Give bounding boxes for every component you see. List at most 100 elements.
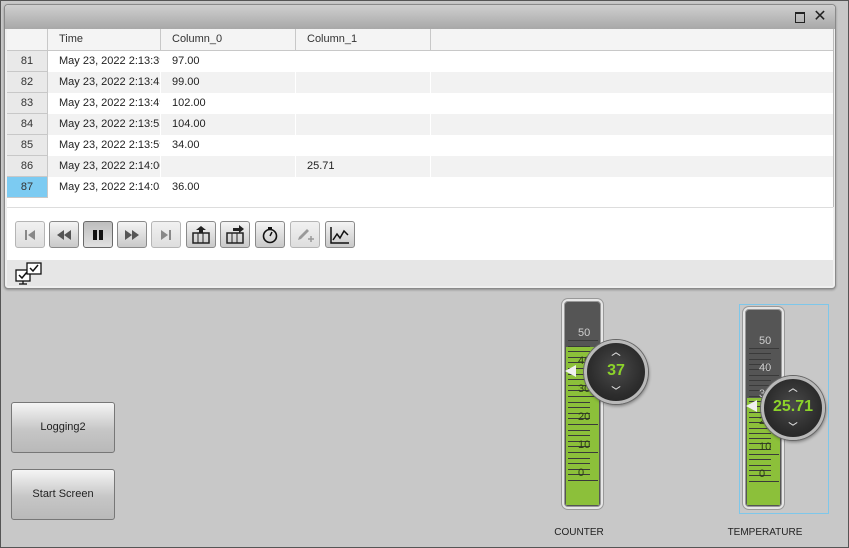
- scale-tick: [568, 457, 590, 459]
- column-0-cell[interactable]: 97.00: [161, 51, 296, 72]
- column-header-column-1[interactable]: Column_1: [296, 29, 431, 50]
- column-0-cell[interactable]: 104.00: [161, 114, 296, 135]
- stopwatch-button[interactable]: [255, 221, 285, 248]
- column-0-cell[interactable]: 36.00: [161, 177, 296, 198]
- close-icon[interactable]: ✕: [813, 9, 827, 25]
- edit-button[interactable]: [290, 221, 320, 248]
- column-0-cell[interactable]: 102.00: [161, 93, 296, 114]
- column-1-cell[interactable]: [296, 177, 431, 198]
- column-1-cell[interactable]: 25.71: [296, 156, 431, 177]
- stopwatch-icon: [262, 226, 278, 243]
- temperature-value: 25.71: [772, 398, 814, 415]
- scale-label: 50: [578, 327, 591, 339]
- scale-label: 0: [578, 467, 585, 479]
- previous-data-record-button[interactable]: [186, 221, 216, 248]
- trend-table-control: ✕ Time Column_0 Column_1 81 May 23, 2022 …: [4, 4, 836, 289]
- scale-tick: [749, 464, 771, 466]
- table-row[interactable]: 86 May 23, 2022 2:14:00 25.71: [7, 156, 833, 177]
- start-screen-button[interactable]: Start Screen: [11, 469, 115, 520]
- scale-tick: [749, 459, 771, 461]
- status-bar: [7, 260, 833, 286]
- window-title-bar[interactable]: ✕: [5, 5, 835, 29]
- column-1-cell[interactable]: [296, 51, 431, 72]
- scale-tick: [749, 480, 779, 482]
- pause-button[interactable]: [83, 221, 113, 248]
- column-1-cell[interactable]: [296, 135, 431, 156]
- pause-icon: [93, 229, 103, 240]
- row-number[interactable]: 82: [7, 72, 48, 93]
- row-number[interactable]: 84: [7, 114, 48, 135]
- scale-label: 10: [759, 441, 772, 453]
- table-row[interactable]: 81 May 23, 2022 2:13:39 97.00: [7, 51, 833, 72]
- status-check-icon[interactable]: [15, 262, 43, 286]
- scale-label: 50: [759, 335, 772, 347]
- time-cell[interactable]: May 23, 2022 2:13:39: [48, 51, 161, 72]
- column-0-cell[interactable]: [161, 156, 296, 177]
- logging2-button[interactable]: Logging2: [11, 402, 115, 453]
- table-toolbar: [7, 207, 833, 260]
- column-0-cell[interactable]: 34.00: [161, 135, 296, 156]
- time-cell[interactable]: May 23, 2022 2:13:43: [48, 72, 161, 93]
- scale-tick: [568, 429, 590, 431]
- row-number[interactable]: 85: [7, 135, 48, 156]
- scale-label: 0: [759, 467, 766, 480]
- scroll-forward-icon: [125, 229, 139, 240]
- scale-tick: [568, 435, 590, 437]
- scale-tick: [568, 452, 598, 453]
- next-data-record-button[interactable]: [220, 221, 250, 248]
- decrease-icon[interactable]: ﹀: [764, 423, 822, 432]
- increase-icon[interactable]: ︿: [587, 348, 645, 357]
- table-row[interactable]: 85 May 23, 2022 2:13:59 34.00: [7, 135, 833, 156]
- counter-value-knob[interactable]: ︿ 37 ﹀: [584, 340, 648, 404]
- time-cell[interactable]: May 23, 2022 2:13:53: [48, 114, 161, 135]
- table-header: Time Column_0 Column_1: [7, 29, 833, 51]
- scale-tick: [749, 348, 779, 349]
- go-to-first-button[interactable]: [15, 221, 45, 248]
- time-cell[interactable]: May 23, 2022 2:14:00: [48, 156, 161, 177]
- column-1-cell[interactable]: [296, 72, 431, 93]
- row-number[interactable]: 81: [7, 51, 48, 72]
- trend-button[interactable]: [325, 221, 355, 248]
- go-to-first-icon: [25, 229, 35, 240]
- scale-tick: [568, 463, 590, 465]
- temperature-pointer: [746, 400, 757, 412]
- decrease-icon[interactable]: ﹀: [587, 387, 645, 396]
- scale-label: 10: [578, 439, 591, 451]
- column-header-time[interactable]: Time: [48, 29, 161, 50]
- scale-tick: [568, 407, 590, 409]
- maximize-icon[interactable]: [793, 10, 807, 24]
- table-row[interactable]: 84 May 23, 2022 2:13:53 104.00: [7, 114, 833, 135]
- counter-pointer: [565, 365, 576, 377]
- scale-tick: [749, 358, 771, 360]
- counter-gauge: 50 40 30 20 10 0 ︿ 37 ﹀ COUNTER: [554, 299, 651, 541]
- table-row[interactable]: 87 May 23, 2022 2:14:03 36.00: [7, 177, 833, 198]
- table-grid[interactable]: Time Column_0 Column_1 81 May 23, 2022 2:…: [7, 29, 834, 207]
- row-number[interactable]: 87: [7, 177, 48, 198]
- column-header-column-0[interactable]: Column_0: [161, 29, 296, 50]
- scale-label: 40: [759, 361, 772, 374]
- time-cell[interactable]: May 23, 2022 2:14:03: [48, 177, 161, 198]
- time-cell[interactable]: May 23, 2022 2:13:49: [48, 93, 161, 114]
- row-number[interactable]: 86: [7, 156, 48, 177]
- scale-tick: [749, 432, 771, 434]
- row-number[interactable]: 83: [7, 93, 48, 114]
- trend-icon: [330, 226, 349, 244]
- scale-tick: [568, 345, 590, 347]
- time-cell[interactable]: May 23, 2022 2:13:59: [48, 135, 161, 156]
- increase-icon[interactable]: ︿: [764, 384, 822, 393]
- scale-tick: [568, 401, 590, 403]
- scale-tick: [568, 396, 598, 397]
- scroll-forward-button[interactable]: [117, 221, 147, 248]
- temperature-value-knob[interactable]: ︿ 25.71 ﹀: [761, 376, 825, 440]
- temperature-label: TEMPERATURE: [727, 527, 803, 538]
- table-row[interactable]: 82 May 23, 2022 2:13:43 99.00: [7, 72, 833, 93]
- table-row[interactable]: 83 May 23, 2022 2:13:49 102.00: [7, 93, 833, 114]
- scale-tick: [749, 353, 771, 355]
- column-1-cell[interactable]: [296, 114, 431, 135]
- go-to-last-button[interactable]: [151, 221, 181, 248]
- scroll-back-icon: [57, 229, 71, 240]
- scroll-back-button[interactable]: [49, 221, 79, 248]
- column-0-cell[interactable]: 99.00: [161, 72, 296, 93]
- previous-data-record-icon: [192, 225, 210, 244]
- column-1-cell[interactable]: [296, 93, 431, 114]
